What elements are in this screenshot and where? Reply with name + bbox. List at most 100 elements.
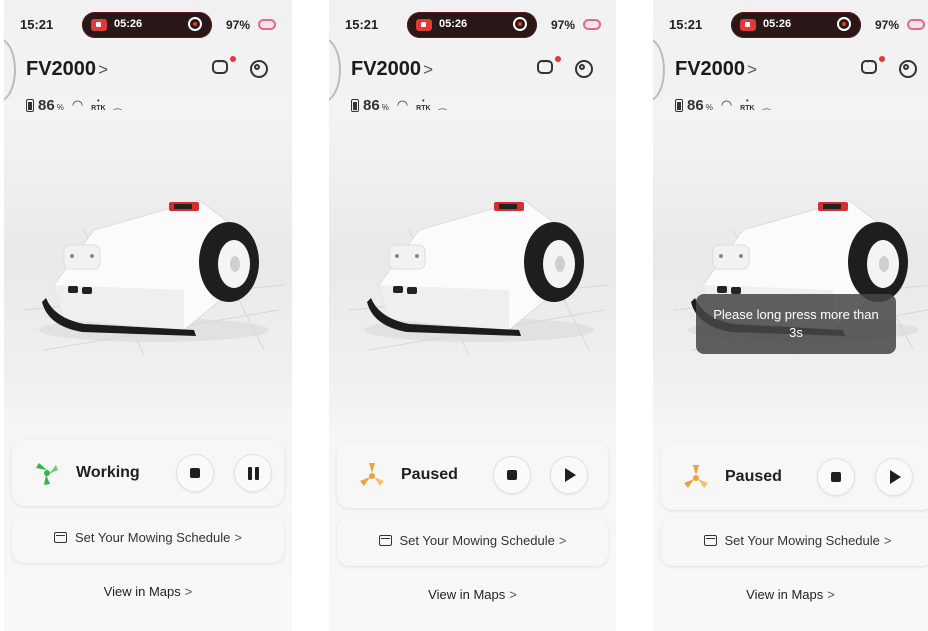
phone-screen-paused-toast: 15:21 05:26 97% FV2000> 86 % ◠ •RTK ⁔ bbox=[653, 0, 928, 631]
view-in-maps-link[interactable]: View in Maps > bbox=[653, 587, 928, 602]
mowing-status-card: Paused bbox=[661, 444, 928, 510]
chevron-right-icon: > bbox=[184, 584, 193, 599]
screen-record-pill[interactable]: 05:26 bbox=[731, 12, 861, 38]
schedule-label: Set Your Mowing Schedule bbox=[724, 533, 880, 548]
cloud-icon bbox=[258, 19, 276, 30]
battery-value: 86 bbox=[38, 96, 55, 114]
schedule-card[interactable]: Set Your Mowing Schedule > bbox=[337, 518, 608, 566]
screen-record-pill[interactable]: 05:26 bbox=[82, 12, 212, 38]
battery-icon bbox=[675, 98, 683, 112]
phone-battery: 97% bbox=[875, 18, 900, 32]
battery-icon bbox=[26, 98, 34, 112]
maps-label: View in Maps bbox=[103, 584, 181, 599]
record-timer: 05:26 bbox=[439, 18, 468, 30]
camera-icon bbox=[91, 19, 107, 31]
screen-record-pill[interactable]: 05:26 bbox=[407, 12, 537, 38]
resume-button[interactable] bbox=[875, 458, 913, 496]
calendar-icon bbox=[378, 535, 392, 546]
device-name-label: FV2000 bbox=[351, 58, 422, 80]
schedule-card[interactable]: Set Your Mowing Schedule > bbox=[12, 515, 284, 563]
chevron-right-icon: > bbox=[827, 587, 835, 602]
device-name[interactable]: FV2000 > bbox=[351, 58, 433, 81]
notification-dot bbox=[879, 56, 885, 62]
pause-button[interactable] bbox=[234, 454, 272, 492]
battery-unit: % bbox=[381, 102, 389, 112]
stop-icon bbox=[507, 470, 517, 480]
cloud-icon bbox=[907, 19, 925, 30]
rtk-icon: • RTK bbox=[740, 98, 755, 112]
maps-label: View in Maps bbox=[746, 587, 824, 602]
record-stop-icon[interactable] bbox=[188, 17, 202, 31]
fan-paused-icon bbox=[360, 463, 384, 486]
battery-unit: % bbox=[705, 102, 713, 112]
notification-dot bbox=[555, 56, 561, 62]
rtk-icon: • RTK bbox=[416, 98, 431, 112]
record-timer: 05:26 bbox=[114, 18, 143, 30]
side-handle[interactable] bbox=[653, 38, 665, 102]
side-handle[interactable] bbox=[329, 38, 341, 102]
schedule-card[interactable]: Set Your Mowing Schedule > bbox=[661, 518, 928, 566]
settings-button[interactable] bbox=[575, 60, 595, 80]
message-button[interactable] bbox=[861, 56, 885, 80]
stop-button[interactable] bbox=[493, 456, 531, 494]
message-icon bbox=[861, 56, 885, 74]
record-stop-icon[interactable] bbox=[837, 17, 851, 31]
stop-icon bbox=[190, 468, 200, 478]
play-icon bbox=[890, 470, 901, 484]
settings-icon bbox=[250, 60, 268, 78]
device-name-label: FV2000 bbox=[675, 58, 746, 80]
phone-battery: 97% bbox=[226, 18, 251, 32]
status-label: Paused bbox=[725, 468, 782, 485]
side-handle[interactable] bbox=[4, 38, 16, 102]
device-name-label: FV2000 bbox=[26, 58, 97, 80]
fan-paused-icon bbox=[684, 465, 708, 488]
stop-button[interactable] bbox=[817, 458, 855, 496]
view-in-maps-link[interactable]: View in Maps > bbox=[329, 587, 616, 602]
schedule-label: Set Your Mowing Schedule bbox=[75, 530, 231, 545]
chevron-right-icon: > bbox=[883, 533, 892, 548]
maps-label: View in Maps bbox=[428, 587, 506, 602]
settings-button[interactable] bbox=[899, 60, 919, 80]
chevron-right-icon: > bbox=[234, 530, 242, 545]
wifi-icon: ◠ bbox=[720, 97, 733, 112]
record-stop-icon[interactable] bbox=[513, 17, 527, 31]
mowing-status-card: Working bbox=[12, 440, 284, 506]
battery-unit: % bbox=[56, 102, 64, 112]
chevron-right-icon: > bbox=[423, 60, 433, 79]
calendar-icon bbox=[54, 532, 67, 543]
calendar-icon bbox=[703, 535, 717, 546]
camera-icon bbox=[416, 19, 432, 31]
phone-screen-working: 15:21 05:26 97% FV2000> 86 % ◠ •RTK ⁔ bbox=[4, 0, 292, 631]
toast-message: Please long press more than 3s bbox=[696, 294, 896, 354]
fan-working-icon bbox=[36, 463, 58, 485]
chevron-right-icon: > bbox=[98, 60, 108, 79]
device-stats: 86 % ◠ • RTK ⁔ bbox=[351, 96, 447, 114]
battery-value: 86 bbox=[687, 96, 704, 114]
status-bar: 15:21 05:26 97% bbox=[329, 12, 616, 38]
stop-icon bbox=[831, 472, 841, 482]
clock: 15:21 bbox=[345, 17, 379, 32]
chevron-right-icon: > bbox=[558, 533, 567, 548]
notification-dot bbox=[230, 56, 236, 62]
pause-icon bbox=[248, 467, 260, 480]
message-button[interactable] bbox=[537, 56, 561, 80]
resume-button[interactable] bbox=[550, 456, 588, 494]
message-button[interactable] bbox=[212, 56, 236, 80]
device-stats: 86 % ◠ • RTK ⁔ bbox=[675, 96, 771, 114]
device-name[interactable]: FV2000 > bbox=[675, 58, 757, 81]
stop-button[interactable] bbox=[176, 454, 214, 492]
status-label: Paused bbox=[401, 466, 458, 483]
device-stats: 86 % ◠ • RTK ⁔ bbox=[26, 96, 122, 114]
settings-button[interactable] bbox=[250, 60, 270, 80]
wifi-icon: ◠ bbox=[396, 97, 409, 112]
battery-icon bbox=[351, 98, 359, 112]
chevron-right-icon: > bbox=[747, 60, 757, 79]
wifi-icon: ◠ bbox=[71, 97, 84, 112]
view-in-maps-link[interactable]: View in Maps > bbox=[4, 584, 292, 599]
mowing-status-card: Paused bbox=[337, 442, 608, 508]
status-bar: 15:21 05:26 97% bbox=[653, 12, 928, 38]
satellite-icon: ⁔ bbox=[438, 99, 447, 111]
play-icon bbox=[565, 468, 576, 482]
device-name[interactable]: FV2000 > bbox=[26, 58, 108, 81]
status-label: Working bbox=[76, 464, 140, 481]
